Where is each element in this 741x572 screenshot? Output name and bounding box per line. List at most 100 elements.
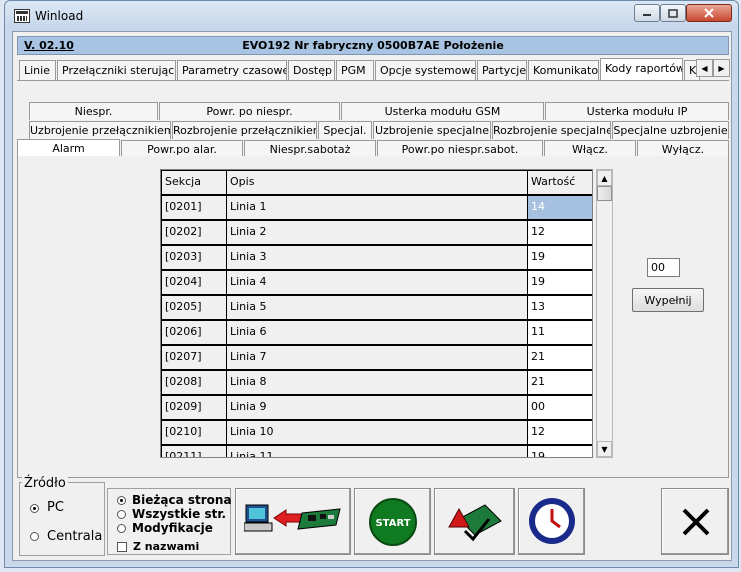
section-cell: [0208] [161,370,227,395]
section-cell: [0203] [161,245,227,270]
start-label: START [375,518,410,529]
subtab-rozbrojenie-specjalne[interactable]: Rozbrojenie specjalne [492,121,611,139]
report-codes-grid: Sekcja Opis Wartość [0201] Linia 1 14 [0… [160,169,593,458]
section-cell: [0201] [161,195,227,220]
tab-komunikator[interactable]: Komunikator [528,60,599,80]
table-row[interactable]: [0207] Linia 7 21 [161,345,592,370]
start-button[interactable]: START [354,488,431,555]
tab-kody-raportow[interactable]: Kody raportów [600,58,683,81]
subtab-specjal[interactable]: Specjal. [318,121,372,139]
table-row[interactable]: [0204] Linia 4 19 [161,270,592,295]
table-row[interactable]: [0205] Linia 5 13 [161,295,592,320]
section-cell: [0209] [161,395,227,420]
value-cell[interactable]: 19 [527,270,592,295]
tab-scroll-right-button[interactable]: ▶ [713,59,730,77]
value-cell[interactable]: 00 [527,395,592,420]
description-cell: Linia 8 [226,370,528,395]
connect-panel-button[interactable] [434,488,515,555]
upload-to-panel-button[interactable] [235,488,351,555]
table-row[interactable]: [0210] Linia 10 12 [161,420,592,445]
mode-modifications-radio[interactable] [117,524,126,533]
description-cell: Linia 1 [226,195,528,220]
description-cell: Linia 9 [226,395,528,420]
tab-pgm[interactable]: PGM [336,60,374,80]
subtab-usterka-gsm[interactable]: Usterka modułu GSM [341,102,544,120]
value-cell[interactable]: 19 [527,245,592,270]
description-cell: Linia 5 [226,295,528,320]
app-window: Winload V. 02.10 EVO192 Nr fabryczny 050… [4,0,739,568]
subtab-uzbrojenie-przelacznikiem[interactable]: Uzbrojenie przełącznikiem [29,121,171,139]
minimize-button[interactable] [634,4,660,22]
section-cell: [0211] [161,445,227,457]
value-cell[interactable]: 12 [527,220,592,245]
description-cell: Linia 7 [226,345,528,370]
section-cell: [0202] [161,220,227,245]
scroll-down-button[interactable]: ▼ [597,441,612,457]
start-icon: START [369,498,417,546]
app-icon [14,9,30,23]
column-header-wartosc: Wartość [527,170,592,195]
section-cell: [0207] [161,345,227,370]
maximize-icon [661,5,685,21]
scroll-thumb[interactable] [597,186,612,201]
value-cell[interactable]: 14 [527,195,592,220]
value-cell[interactable]: 21 [527,370,592,395]
mode-modifications-label: Modyfikacje [132,521,213,535]
maximize-button[interactable] [660,4,686,22]
table-row[interactable]: [0209] Linia 9 00 [161,395,592,420]
minimize-icon [635,5,659,21]
source-pc-radio[interactable] [30,504,39,513]
table-row[interactable]: [0203] Linia 3 19 [161,245,592,270]
table-row[interactable]: [0208] Linia 8 21 [161,370,592,395]
table-row[interactable]: [0202] Linia 2 12 [161,220,592,245]
window-title: Winload [35,9,84,23]
table-row[interactable]: [0211] Linia 11 19 [161,445,592,457]
subtab-usterka-ip[interactable]: Usterka modułu IP [545,102,729,120]
close-window-button[interactable] [686,4,732,22]
value-cell[interactable]: 12 [527,420,592,445]
fill-button[interactable]: Wypełnij [632,288,704,312]
pc-to-panel-icon [244,504,341,532]
scroll-up-button[interactable]: ▲ [597,170,612,186]
tab-scroll-left-button[interactable]: ◀ [696,59,713,77]
device-title: EVO192 Nr fabryczny 0500B7AE Położenie [242,39,504,52]
table-row[interactable]: [0206] Linia 6 11 [161,320,592,345]
source-pc-label: PC [47,500,64,515]
value-cell[interactable]: 19 [527,445,592,457]
mode-current-page-label: Bieżąca strona [132,493,232,507]
value-cell[interactable]: 21 [527,345,592,370]
arrow-left-icon: ◀ [701,63,708,73]
mode-all-pages-radio[interactable] [117,510,126,519]
tab-dostep[interactable]: Dostęp [288,60,335,80]
value-cell[interactable]: 11 [527,320,592,345]
subtab-specjalne-uzbrojenie[interactable]: Specjalne uzbrojenie [612,121,729,139]
close-x-icon [682,508,710,536]
section-cell: [0205] [161,295,227,320]
column-header-sekcja: Sekcja [161,170,227,195]
section-cell: [0204] [161,270,227,295]
tab-opcje-systemowe[interactable]: Opcje systemowe [375,60,476,80]
table-row[interactable]: [0201] Linia 1 14 [161,195,592,220]
source-panel-radio[interactable] [30,532,39,541]
subtab-powr-po-niespr[interactable]: Powr. po niespr. [159,102,340,120]
tab-parametry-czasowe[interactable]: Parametry czasowe [177,60,287,80]
value-cell[interactable]: 13 [527,295,592,320]
subtab-niespr[interactable]: Niespr. [29,102,158,120]
tab-przelaczniki[interactable]: Przełączniki sterujące [57,60,176,80]
tab-linie[interactable]: Linie [19,60,56,80]
description-cell: Linia 3 [226,245,528,270]
subtab-rozbrojenie-przelacznikiem[interactable]: Rozbrojenie przełącznikiem [172,121,317,139]
subtab-uzbrojenie-specjalne[interactable]: Uzbrojenie specjalne [373,121,491,139]
tab-partycje[interactable]: Partycje [477,60,527,80]
arrow-right-icon: ▶ [718,63,725,73]
close-icon [687,5,731,21]
description-cell: Linia 2 [226,220,528,245]
close-button[interactable] [661,488,729,555]
device-header: V. 02.10 EVO192 Nr fabryczny 0500B7AE Po… [17,36,729,55]
mode-current-page-radio[interactable] [117,496,126,505]
grid-scrollbar[interactable]: ▲ ▼ [596,169,613,458]
fill-value-input[interactable]: 00 [647,258,680,277]
with-names-checkbox[interactable] [117,542,127,552]
schedule-button[interactable] [518,488,585,555]
section-cell: [0210] [161,420,227,445]
